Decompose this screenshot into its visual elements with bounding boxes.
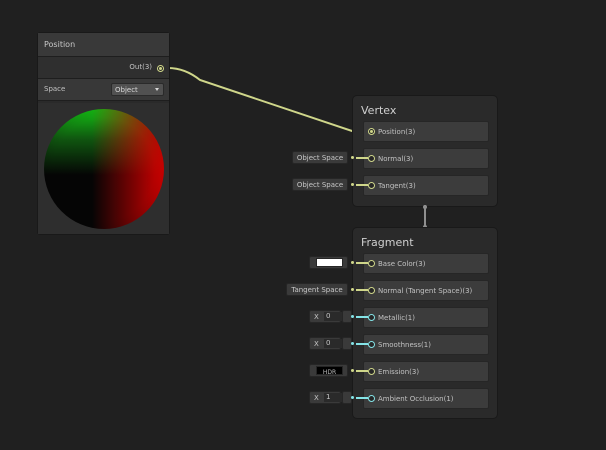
fragment-block-emission[interactable]: Emission(3) <box>363 361 489 382</box>
node-preview <box>38 103 169 234</box>
vertex-tangent-port[interactable] <box>368 182 375 189</box>
space-label: Space <box>44 85 66 93</box>
context-flow-connector <box>423 205 427 229</box>
metallic-value-field[interactable]: X 0 <box>309 310 342 323</box>
smoothness-default-dot <box>351 342 354 345</box>
ambient-occlusion-label: Ambient Occlusion(1) <box>378 395 454 403</box>
vertex-tangent-default-dot <box>351 183 354 186</box>
fragment-block-metallic[interactable]: Metallic(1) <box>363 307 489 328</box>
ambient-occlusion-default-wire <box>356 397 368 399</box>
vertex-position-port[interactable] <box>368 128 375 135</box>
metallic-default-dot <box>351 315 354 318</box>
fragment-context[interactable]: Fragment Base Color(3) Normal (Tangent S… <box>352 227 498 419</box>
position-output-row: Out(3) <box>38 57 169 79</box>
vertex-block-normal[interactable]: Normal(3) <box>363 148 489 169</box>
base-color-port[interactable] <box>368 260 375 267</box>
vertex-normal-default[interactable]: Object Space <box>292 151 348 164</box>
shader-graph-canvas[interactable]: Position Out(3) Space Object Vertex Posi… <box>0 0 606 450</box>
emission-default-dot <box>351 369 354 372</box>
vertex-position-label: Position(3) <box>378 128 416 136</box>
vertex-context[interactable]: Vertex Position(3) Normal(3) Tangent(3) <box>352 95 498 207</box>
space-dropdown-value: Object <box>115 86 138 94</box>
emission-swatch[interactable]: HDR <box>316 366 343 376</box>
fragment-normal-port[interactable] <box>368 287 375 294</box>
emission-label: Emission(3) <box>378 368 420 376</box>
fragment-block-ambient-occlusion[interactable]: Ambient Occlusion(1) <box>363 388 489 409</box>
vertex-title: Vertex <box>361 104 397 117</box>
smoothness-port[interactable] <box>368 341 375 348</box>
preview-sphere <box>44 109 164 229</box>
ambient-occlusion-value-field[interactable]: X 1 <box>309 391 342 404</box>
vertex-normal-port[interactable] <box>368 155 375 162</box>
ambient-occlusion-value[interactable]: 1 <box>324 393 342 402</box>
ambient-occlusion-default-dot <box>351 396 354 399</box>
smoothness-value-field[interactable]: X 0 <box>309 337 342 350</box>
fragment-normal-default[interactable]: Tangent Space <box>286 283 348 296</box>
ambient-occlusion-port[interactable] <box>368 395 375 402</box>
vertex-tangent-default[interactable]: Object Space <box>292 178 348 191</box>
position-node[interactable]: Position Out(3) Space Object <box>37 32 170 235</box>
base-color-default-dot <box>351 261 354 264</box>
fragment-normal-default-dot <box>351 288 354 291</box>
vertex-normal-default-dot <box>351 156 354 159</box>
base-color-swatch[interactable] <box>316 258 343 267</box>
vertex-tangent-label: Tangent(3) <box>378 182 416 190</box>
fragment-block-base-color[interactable]: Base Color(3) <box>363 253 489 274</box>
chevron-down-icon <box>155 88 159 91</box>
smoothness-default-wire <box>356 343 368 345</box>
space-row: Space Object <box>38 79 169 101</box>
metallic-value[interactable]: 0 <box>324 312 342 321</box>
emission-default-wire <box>356 370 368 372</box>
vertex-normal-label: Normal(3) <box>378 155 414 163</box>
fragment-block-smoothness[interactable]: Smoothness(1) <box>363 334 489 355</box>
smoothness-value[interactable]: 0 <box>324 339 342 348</box>
position-output-port[interactable] <box>157 65 164 72</box>
vertex-tangent-default-wire <box>356 184 368 186</box>
vertex-block-position[interactable]: Position(3) <box>363 121 489 142</box>
wire-position-to-vertex-position <box>167 67 369 132</box>
smoothness-label: Smoothness(1) <box>378 341 431 349</box>
fragment-normal-default-wire <box>356 289 368 291</box>
fragment-normal-label: Normal (Tangent Space)(3) <box>378 287 473 295</box>
smoothness-x-label: X <box>314 340 319 348</box>
emission-port[interactable] <box>368 368 375 375</box>
position-output-label: Out(3) <box>129 63 152 71</box>
space-dropdown[interactable]: Object <box>111 83 164 96</box>
position-node-title: Position <box>38 33 169 57</box>
base-color-label: Base Color(3) <box>378 260 426 268</box>
metallic-label: Metallic(1) <box>378 314 415 322</box>
base-color-default-wire <box>356 262 368 264</box>
vertex-normal-default-wire <box>356 157 368 159</box>
ambient-occlusion-x-label: X <box>314 394 319 402</box>
fragment-block-normal[interactable]: Normal (Tangent Space)(3) <box>363 280 489 301</box>
metallic-default-wire <box>356 316 368 318</box>
vertex-block-tangent[interactable]: Tangent(3) <box>363 175 489 196</box>
fragment-title: Fragment <box>361 236 414 249</box>
metallic-port[interactable] <box>368 314 375 321</box>
metallic-x-label: X <box>314 313 319 321</box>
